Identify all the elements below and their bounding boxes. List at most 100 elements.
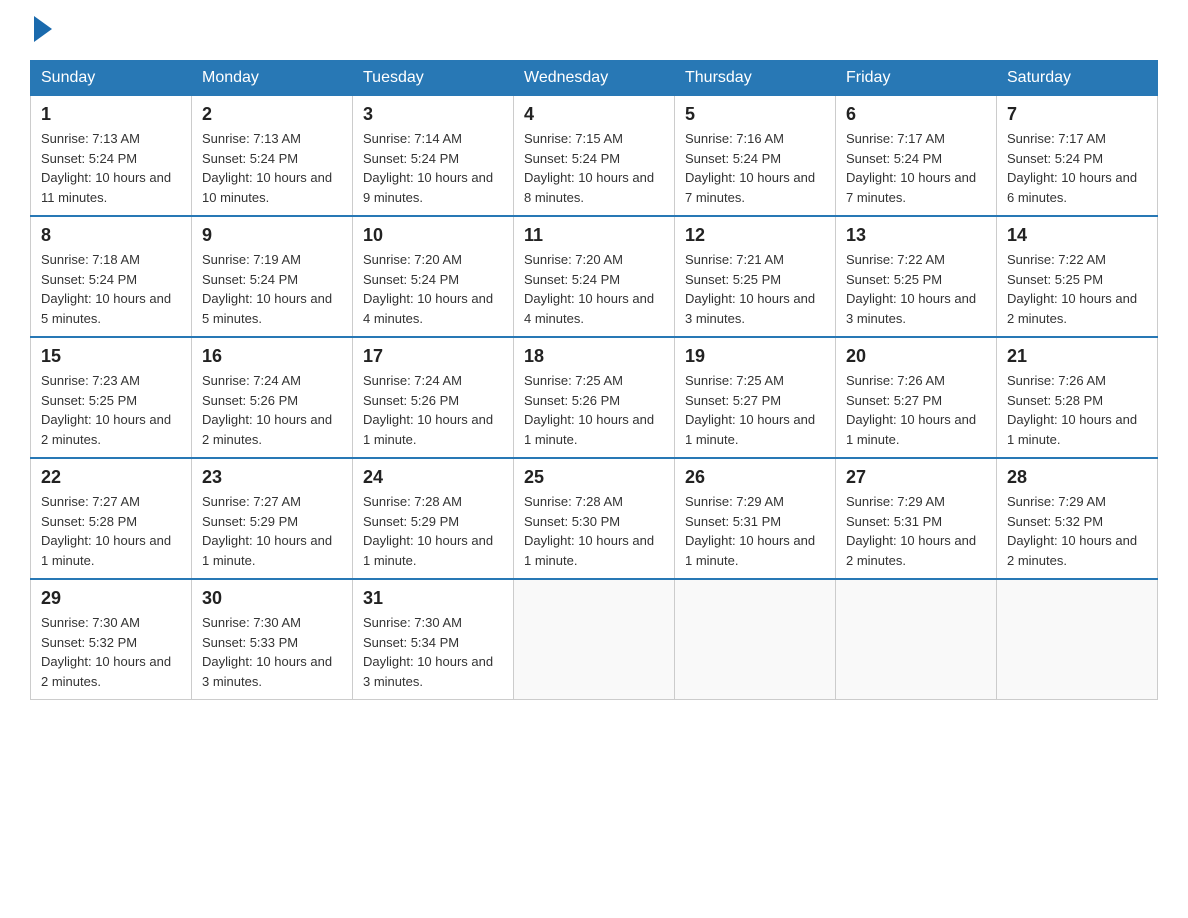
day-info: Sunrise: 7:28 AMSunset: 5:30 PMDaylight:… xyxy=(524,492,664,570)
day-info: Sunrise: 7:25 AMSunset: 5:26 PMDaylight:… xyxy=(524,371,664,449)
day-number: 27 xyxy=(846,467,986,488)
calendar-cell xyxy=(836,579,997,700)
day-info: Sunrise: 7:30 AMSunset: 5:32 PMDaylight:… xyxy=(41,613,181,691)
calendar-cell: 21 Sunrise: 7:26 AMSunset: 5:28 PMDayligh… xyxy=(997,337,1158,458)
day-number: 4 xyxy=(524,104,664,125)
day-number: 7 xyxy=(1007,104,1147,125)
day-number: 20 xyxy=(846,346,986,367)
calendar-cell: 26Sunrise: 7:29 AMSunset: 5:31 PMDayligh… xyxy=(675,458,836,579)
day-info: Sunrise: 7:27 AMSunset: 5:29 PMDaylight:… xyxy=(202,492,342,570)
day-number: 18 xyxy=(524,346,664,367)
calendar-cell: 17 Sunrise: 7:24 AMSunset: 5:26 PMDayligh… xyxy=(353,337,514,458)
calendar-cell: 22 Sunrise: 7:27 AMSunset: 5:28 PMDayligh… xyxy=(31,458,192,579)
calendar-cell: 13 Sunrise: 7:22 AMSunset: 5:25 PMDayligh… xyxy=(836,216,997,337)
calendar-cell: 30 Sunrise: 7:30 AMSunset: 5:33 PMDayligh… xyxy=(192,579,353,700)
day-number: 21 xyxy=(1007,346,1147,367)
day-number: 3 xyxy=(363,104,503,125)
calendar-cell: 20 Sunrise: 7:26 AMSunset: 5:27 PMDayligh… xyxy=(836,337,997,458)
header-sunday: Sunday xyxy=(31,61,192,96)
day-number: 25 xyxy=(524,467,664,488)
day-number: 28 xyxy=(1007,467,1147,488)
calendar-week-row: 22 Sunrise: 7:27 AMSunset: 5:28 PMDayligh… xyxy=(31,458,1158,579)
day-number: 16 xyxy=(202,346,342,367)
calendar-header-row: SundayMondayTuesdayWednesdayThursdayFrid… xyxy=(31,61,1158,96)
day-info: Sunrise: 7:24 AMSunset: 5:26 PMDaylight:… xyxy=(363,371,503,449)
header-saturday: Saturday xyxy=(997,61,1158,96)
calendar-cell: 7 Sunrise: 7:17 AMSunset: 5:24 PMDaylight… xyxy=(997,96,1158,217)
day-number: 30 xyxy=(202,588,342,609)
day-number: 19 xyxy=(685,346,825,367)
day-number: 31 xyxy=(363,588,503,609)
day-number: 17 xyxy=(363,346,503,367)
day-info: Sunrise: 7:26 AMSunset: 5:27 PMDaylight:… xyxy=(846,371,986,449)
day-info: Sunrise: 7:30 AMSunset: 5:34 PMDaylight:… xyxy=(363,613,503,691)
day-info: Sunrise: 7:21 AMSunset: 5:25 PMDaylight:… xyxy=(685,250,825,328)
day-number: 14 xyxy=(1007,225,1147,246)
day-info: Sunrise: 7:13 AMSunset: 5:24 PMDaylight:… xyxy=(41,129,181,207)
page-header xyxy=(30,20,1158,40)
calendar-cell: 9Sunrise: 7:19 AMSunset: 5:24 PMDaylight… xyxy=(192,216,353,337)
day-number: 1 xyxy=(41,104,181,125)
calendar-cell: 18 Sunrise: 7:25 AMSunset: 5:26 PMDayligh… xyxy=(514,337,675,458)
calendar-cell: 11Sunrise: 7:20 AMSunset: 5:24 PMDayligh… xyxy=(514,216,675,337)
day-number: 24 xyxy=(363,467,503,488)
calendar-cell: 19Sunrise: 7:25 AMSunset: 5:27 PMDayligh… xyxy=(675,337,836,458)
day-number: 2 xyxy=(202,104,342,125)
day-number: 8 xyxy=(41,225,181,246)
calendar-cell: 25 Sunrise: 7:28 AMSunset: 5:30 PMDayligh… xyxy=(514,458,675,579)
day-info: Sunrise: 7:26 AMSunset: 5:28 PMDaylight:… xyxy=(1007,371,1147,449)
day-info: Sunrise: 7:27 AMSunset: 5:28 PMDaylight:… xyxy=(41,492,181,570)
header-monday: Monday xyxy=(192,61,353,96)
calendar-week-row: 1 Sunrise: 7:13 AMSunset: 5:24 PMDaylight… xyxy=(31,96,1158,217)
header-wednesday: Wednesday xyxy=(514,61,675,96)
calendar-cell: 6Sunrise: 7:17 AMSunset: 5:24 PMDaylight… xyxy=(836,96,997,217)
calendar-cell: 28Sunrise: 7:29 AMSunset: 5:32 PMDayligh… xyxy=(997,458,1158,579)
day-number: 5 xyxy=(685,104,825,125)
calendar-cell xyxy=(997,579,1158,700)
day-number: 29 xyxy=(41,588,181,609)
calendar-cell: 23Sunrise: 7:27 AMSunset: 5:29 PMDayligh… xyxy=(192,458,353,579)
calendar-cell: 29 Sunrise: 7:30 AMSunset: 5:32 PMDayligh… xyxy=(31,579,192,700)
day-number: 22 xyxy=(41,467,181,488)
day-info: Sunrise: 7:17 AMSunset: 5:24 PMDaylight:… xyxy=(1007,129,1147,207)
day-info: Sunrise: 7:20 AMSunset: 5:24 PMDaylight:… xyxy=(524,250,664,328)
header-tuesday: Tuesday xyxy=(353,61,514,96)
day-info: Sunrise: 7:30 AMSunset: 5:33 PMDaylight:… xyxy=(202,613,342,691)
calendar-cell xyxy=(675,579,836,700)
calendar-cell: 2Sunrise: 7:13 AMSunset: 5:24 PMDaylight… xyxy=(192,96,353,217)
calendar-cell: 8 Sunrise: 7:18 AMSunset: 5:24 PMDaylight… xyxy=(31,216,192,337)
day-info: Sunrise: 7:18 AMSunset: 5:24 PMDaylight:… xyxy=(41,250,181,328)
day-info: Sunrise: 7:29 AMSunset: 5:31 PMDaylight:… xyxy=(846,492,986,570)
calendar-week-row: 29 Sunrise: 7:30 AMSunset: 5:32 PMDayligh… xyxy=(31,579,1158,700)
day-number: 6 xyxy=(846,104,986,125)
day-info: Sunrise: 7:23 AMSunset: 5:25 PMDaylight:… xyxy=(41,371,181,449)
calendar-cell: 12 Sunrise: 7:21 AMSunset: 5:25 PMDayligh… xyxy=(675,216,836,337)
calendar-cell: 27 Sunrise: 7:29 AMSunset: 5:31 PMDayligh… xyxy=(836,458,997,579)
day-number: 13 xyxy=(846,225,986,246)
day-number: 9 xyxy=(202,225,342,246)
logo-arrow-icon xyxy=(34,16,52,42)
day-info: Sunrise: 7:16 AMSunset: 5:24 PMDaylight:… xyxy=(685,129,825,207)
calendar-cell: 14 Sunrise: 7:22 AMSunset: 5:25 PMDayligh… xyxy=(997,216,1158,337)
calendar-cell: 1 Sunrise: 7:13 AMSunset: 5:24 PMDaylight… xyxy=(31,96,192,217)
day-info: Sunrise: 7:15 AMSunset: 5:24 PMDaylight:… xyxy=(524,129,664,207)
day-info: Sunrise: 7:22 AMSunset: 5:25 PMDaylight:… xyxy=(1007,250,1147,328)
calendar-cell: 3 Sunrise: 7:14 AMSunset: 5:24 PMDaylight… xyxy=(353,96,514,217)
calendar-cell xyxy=(514,579,675,700)
day-info: Sunrise: 7:22 AMSunset: 5:25 PMDaylight:… xyxy=(846,250,986,328)
day-info: Sunrise: 7:14 AMSunset: 5:24 PMDaylight:… xyxy=(363,129,503,207)
day-number: 15 xyxy=(41,346,181,367)
calendar-cell: 4 Sunrise: 7:15 AMSunset: 5:24 PMDaylight… xyxy=(514,96,675,217)
day-info: Sunrise: 7:28 AMSunset: 5:29 PMDaylight:… xyxy=(363,492,503,570)
calendar-week-row: 15 Sunrise: 7:23 AMSunset: 5:25 PMDayligh… xyxy=(31,337,1158,458)
calendar-cell: 16 Sunrise: 7:24 AMSunset: 5:26 PMDayligh… xyxy=(192,337,353,458)
day-number: 12 xyxy=(685,225,825,246)
calendar-cell: 24 Sunrise: 7:28 AMSunset: 5:29 PMDayligh… xyxy=(353,458,514,579)
header-friday: Friday xyxy=(836,61,997,96)
calendar-cell: 5 Sunrise: 7:16 AMSunset: 5:24 PMDaylight… xyxy=(675,96,836,217)
day-info: Sunrise: 7:24 AMSunset: 5:26 PMDaylight:… xyxy=(202,371,342,449)
calendar-week-row: 8 Sunrise: 7:18 AMSunset: 5:24 PMDaylight… xyxy=(31,216,1158,337)
header-thursday: Thursday xyxy=(675,61,836,96)
day-number: 10 xyxy=(363,225,503,246)
day-info: Sunrise: 7:29 AMSunset: 5:31 PMDaylight:… xyxy=(685,492,825,570)
